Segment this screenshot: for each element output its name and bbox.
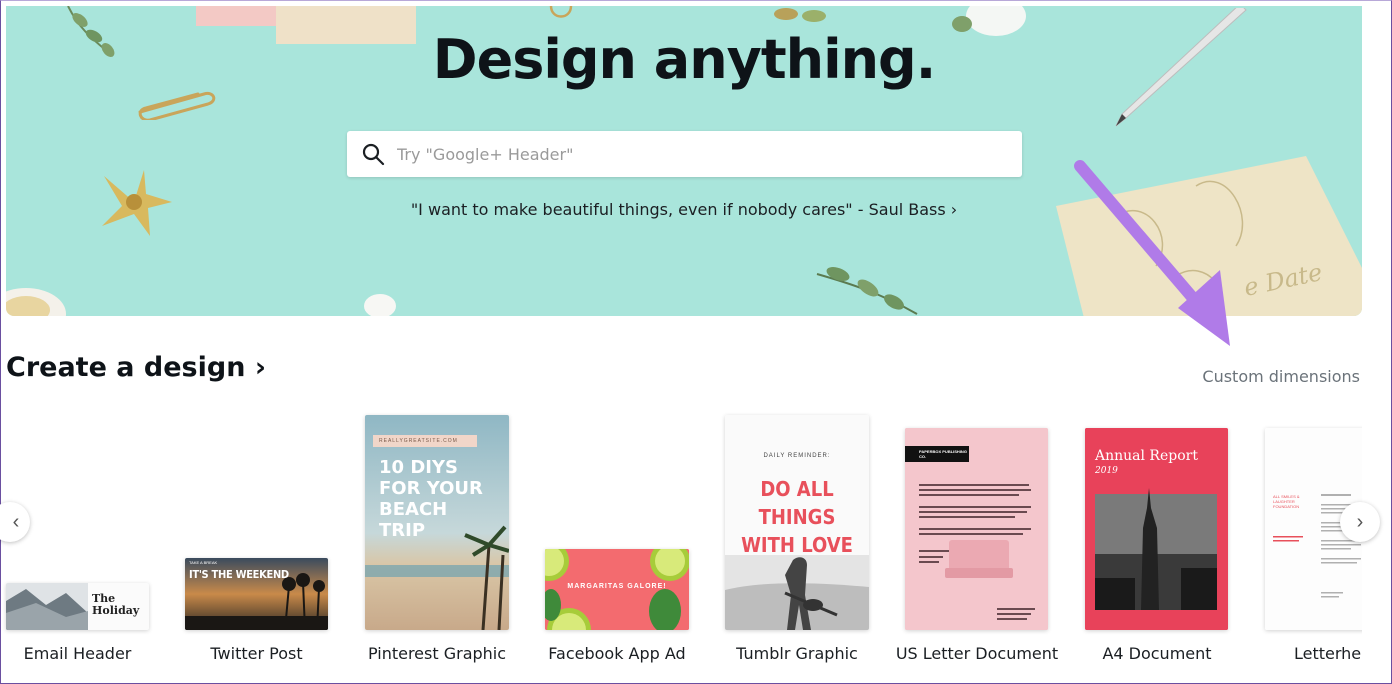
arrow-annotation-icon bbox=[1074, 160, 1230, 346]
us-letter-document-thumbnail[interactable]: PAPERBOX PUBLISHING CO. bbox=[905, 428, 1048, 630]
hero-title: Design anything. bbox=[432, 28, 936, 91]
clip-decoration-icon bbox=[549, 6, 573, 18]
twitter-thumb-small: TAKE A BREAK bbox=[189, 560, 218, 565]
email-header-thumbnail[interactable]: The Holiday bbox=[6, 583, 149, 630]
tumblr-thumb-small: DAILY REMINDER: bbox=[763, 453, 831, 459]
chevron-right-icon: › bbox=[1356, 510, 1364, 533]
email-header-thumb-title: The Holiday bbox=[92, 592, 140, 617]
card-label-us-letter-document[interactable]: US Letter Document bbox=[891, 644, 1063, 663]
pinterest-thumb-small: REALLYGREATSITE.COM bbox=[379, 438, 458, 444]
card-label-email-header[interactable]: Email Header bbox=[6, 644, 149, 663]
pinterest-thumb-title: 10 DIYS FOR YOUR BEACH TRIP bbox=[379, 457, 483, 541]
card-label-twitter-post[interactable]: Twitter Post bbox=[185, 644, 328, 663]
tumblr-thumb-title: DO ALL THINGS WITH LOVE bbox=[741, 477, 853, 557]
leaf-decoration-icon bbox=[816, 267, 918, 315]
a4-thumb-title: Annual Report bbox=[1095, 448, 1198, 464]
letterhead-thumb-title: ALL SMILES & LAUGHTER FOUNDATION bbox=[1273, 494, 1300, 509]
pinterest-graphic-thumbnail[interactable]: REALLYGREATSITE.COM 10 DIYS FOR YOUR BEA… bbox=[365, 415, 509, 630]
card-label-letterhead[interactable]: Letterhea bbox=[1294, 644, 1362, 663]
design-type-carousel: The Holiday Email Header TAKE A BREAK IT… bbox=[0, 400, 1362, 684]
tumblr-graphic-thumbnail[interactable]: DAILY REMINDER: DO ALL THINGS WITH LOVE bbox=[725, 415, 869, 630]
a4-thumb-year: 2019 bbox=[1095, 466, 1118, 476]
card-label-a4-document[interactable]: A4 Document bbox=[1078, 644, 1236, 663]
card-label-tumblr-graphic[interactable]: Tumblr Graphic bbox=[718, 644, 876, 663]
a4-document-thumbnail[interactable]: Annual Report 2019 bbox=[1085, 428, 1228, 630]
twitter-post-thumbnail[interactable]: TAKE A BREAK IT'S THE WEEKEND bbox=[185, 558, 328, 630]
facebook-app-ad-thumbnail[interactable]: MARGARITAS GALORE! bbox=[545, 549, 689, 630]
twitter-thumb-title: IT'S THE WEEKEND bbox=[189, 568, 289, 581]
flower-decoration-icon bbox=[364, 294, 396, 316]
carousel-next-button[interactable]: › bbox=[1340, 502, 1380, 542]
chevron-left-icon: ‹ bbox=[12, 510, 20, 533]
search-bar[interactable] bbox=[347, 131, 1022, 177]
card-label-pinterest-graphic[interactable]: Pinterest Graphic bbox=[358, 644, 516, 663]
paperclip-decoration-icon bbox=[138, 91, 216, 120]
custom-dimensions-link[interactable]: Custom dimensions bbox=[1202, 367, 1360, 386]
search-icon bbox=[362, 143, 385, 166]
card-label-facebook-app-ad[interactable]: Facebook App Ad bbox=[538, 644, 696, 663]
create-design-heading[interactable]: Create a design › bbox=[6, 352, 266, 383]
search-input[interactable] bbox=[397, 144, 997, 164]
bowl-decoration bbox=[6, 288, 66, 316]
facebook-ad-thumb-title: MARGARITAS GALORE! bbox=[567, 583, 667, 590]
us-letter-thumb-title: PAPERBOX PUBLISHING CO. bbox=[919, 449, 967, 459]
